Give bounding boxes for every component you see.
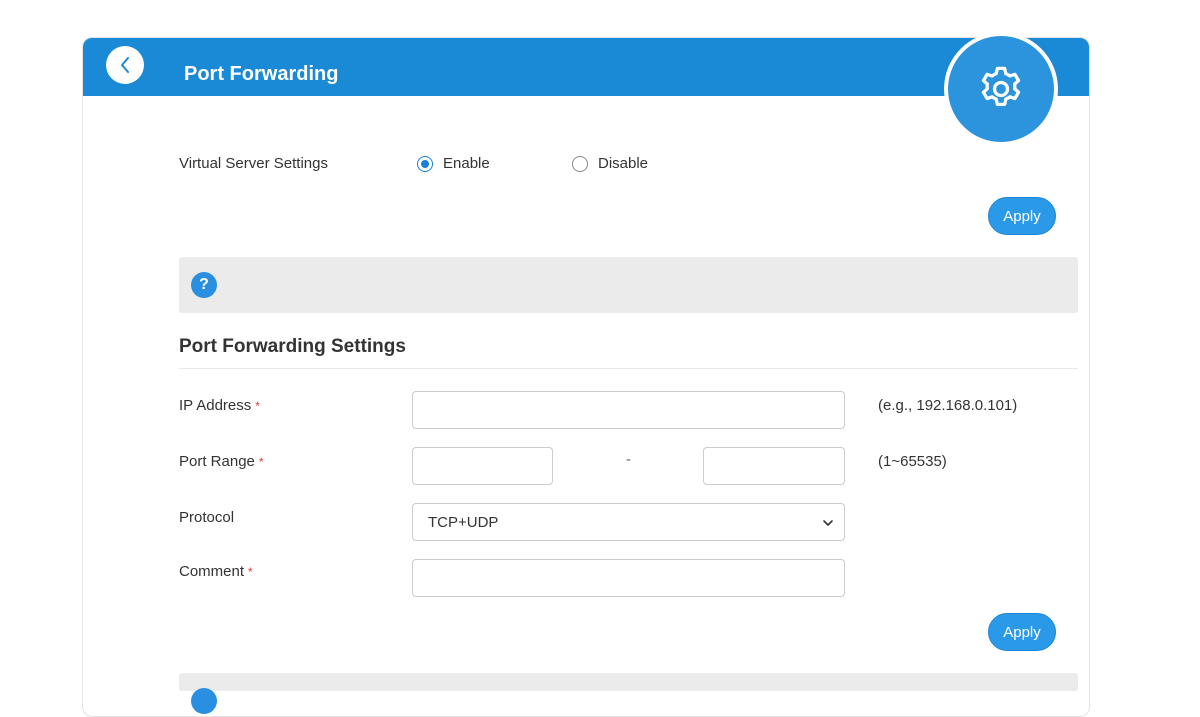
chevron-down-icon [823, 520, 833, 526]
help-icon[interactable]: ? [191, 272, 217, 298]
radio-unchecked-icon [572, 156, 588, 172]
port-range-separator: - [626, 451, 631, 468]
required-mark: * [258, 455, 264, 469]
protocol-selected-value: TCP+UDP [428, 514, 499, 531]
chevron-left-icon [121, 57, 129, 73]
back-button[interactable] [106, 46, 144, 84]
port-forwarding-panel [82, 37, 1090, 717]
comment-label: Comment * [179, 563, 253, 580]
disable-radio-label: Disable [598, 155, 649, 172]
page-title: Port Forwarding [184, 63, 339, 85]
settings-button[interactable] [948, 36, 1054, 142]
section-divider [179, 368, 1078, 369]
help-bar-bottom [179, 673, 1078, 714]
ip-address-hint: (e.g., 192.168.0.101) [878, 397, 1018, 414]
virtual-server-label: Virtual Server Settings [179, 155, 328, 172]
help-bar: ? [179, 257, 1078, 313]
section-title: Port Forwarding Settings [179, 336, 406, 357]
required-mark: * [248, 565, 253, 579]
disable-radio[interactable]: Disable [572, 154, 648, 174]
protocol-select[interactable]: TCP+UDP [412, 503, 845, 541]
comment-input[interactable] [412, 559, 845, 597]
port-range-start-input[interactable] [412, 447, 553, 485]
port-range-hint: (1~65535) [878, 453, 947, 470]
radio-checked-icon [417, 156, 433, 172]
port-range-label: Port Range * [179, 453, 264, 470]
ip-address-label: IP Address * [179, 397, 260, 414]
enable-radio-label: Enable [443, 155, 490, 172]
ip-address-input[interactable] [412, 391, 845, 429]
required-mark: * [255, 399, 260, 413]
protocol-label: Protocol [179, 509, 235, 526]
enable-radio[interactable]: Enable [417, 154, 490, 174]
gear-icon [981, 66, 1021, 107]
port-forwarding-apply-button[interactable]: Apply [988, 613, 1056, 651]
port-range-end-input[interactable] [703, 447, 845, 485]
help-icon[interactable] [191, 688, 217, 714]
virtual-server-apply-button[interactable]: Apply [988, 197, 1056, 235]
